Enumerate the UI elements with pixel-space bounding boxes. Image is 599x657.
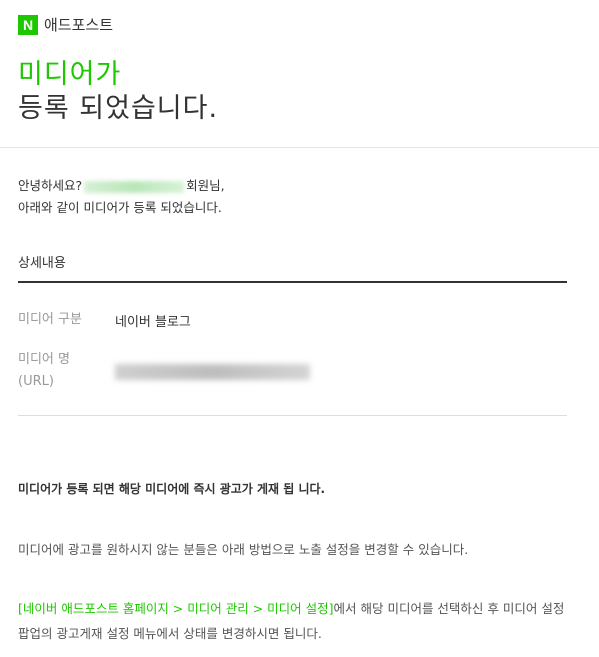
greeting-prefix: 안녕하세요? (18, 178, 83, 193)
media-type-label: 미디어 구분 (18, 312, 82, 327)
notice-info: 미디어에 광고를 원하시지 않는 분들은 아래 방법으로 노출 설정을 변경할 … (18, 542, 469, 557)
notice-bold: 미디어가 등록 되면 해당 미디어에 즉시 광고가 게재 됩 니다. (18, 482, 326, 496)
media-name-label: 미디어 명 (18, 352, 70, 367)
details-bottom-divider (18, 415, 567, 416)
greeting-suffix: 회원님, (186, 178, 225, 193)
section-divider (18, 281, 567, 283)
brand-name: 애드포스트 (44, 16, 114, 34)
details-section-title: 상세내용 (18, 256, 66, 271)
greeting: 안녕하세요? 회원님, 아래와 같이 미디어가 등록 되었습니다. (18, 175, 225, 219)
greeting-line2: 아래와 같이 미디어가 등록 되었습니다. (18, 200, 222, 215)
greeting-line1: 안녕하세요? 회원님, (18, 175, 225, 197)
redacted-user-id (84, 180, 185, 193)
naver-n-icon: N (18, 14, 38, 35)
notice-path: [네이버 애드포스트 홈페이지 > 미디어 관리 > 미디어 설정]에서 해당 … (18, 596, 578, 646)
page-title-line2: 등록 되었습니다. (18, 93, 219, 124)
media-type-value: 네이버 블로그 (115, 315, 191, 330)
adpost-logo[interactable]: N 애드포스트 (18, 14, 113, 35)
redacted-media-url (115, 364, 310, 380)
media-url-label: (URL) (18, 374, 54, 389)
adpost-settings-path-link[interactable]: [네이버 애드포스트 홈페이지 > 미디어 관리 > 미디어 설정] (18, 601, 334, 616)
email-header: N 애드포스트 미디어가 등록 되었습니다. (0, 0, 599, 148)
